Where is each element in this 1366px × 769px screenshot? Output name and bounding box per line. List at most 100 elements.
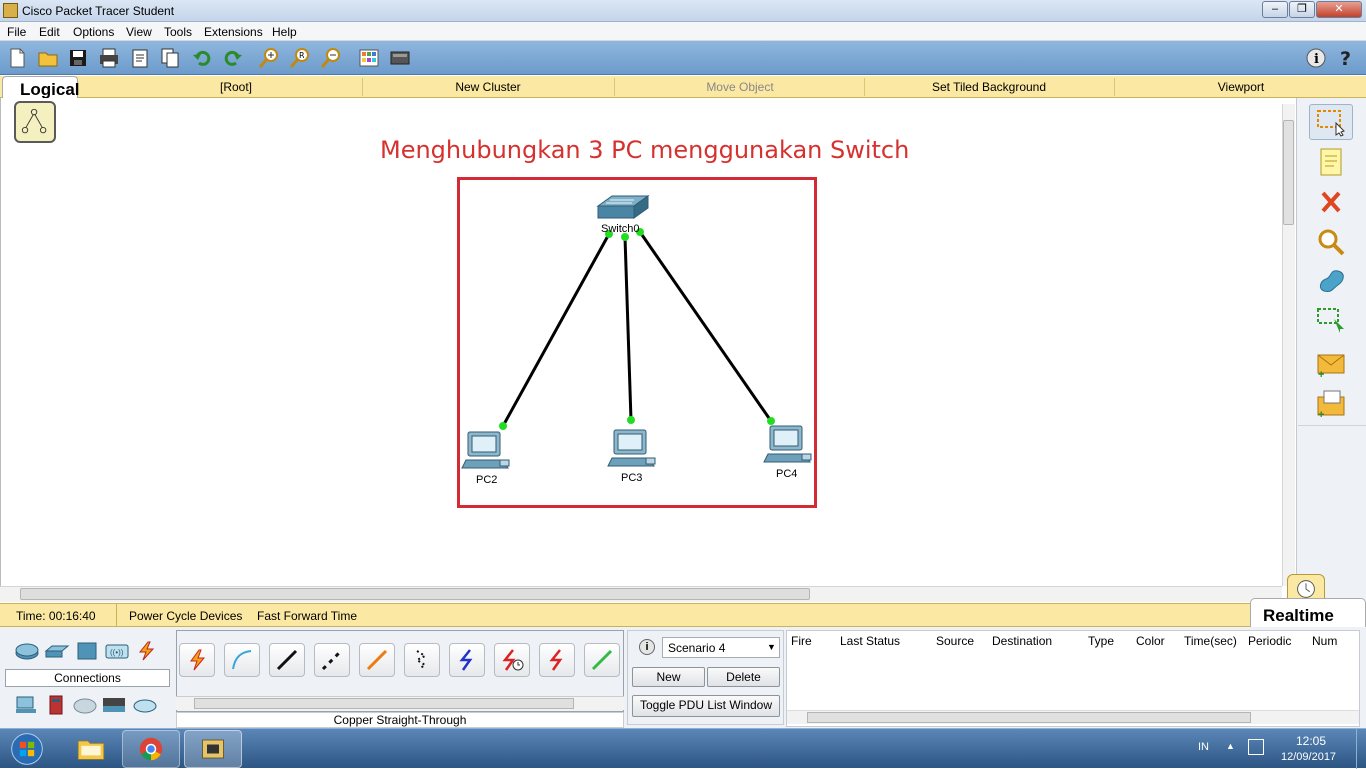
col-source[interactable]: Source [936, 634, 974, 648]
vertical-scroll-thumb[interactable] [1283, 120, 1294, 225]
horizontal-scroll-thumb[interactable] [20, 588, 810, 600]
palette-icon[interactable] [358, 47, 380, 69]
print-icon[interactable] [98, 47, 120, 69]
fast-forward-time-button[interactable]: Fast Forward Time [257, 609, 357, 623]
serial-dce-icon[interactable] [494, 643, 530, 677]
menu-tools[interactable]: Tools [164, 25, 192, 39]
tab-realtime[interactable]: Realtime [1250, 598, 1366, 627]
toggle-pdu-list-button[interactable]: Toggle PDU List Window [632, 695, 780, 717]
draw-shape-icon[interactable] [1309, 264, 1353, 300]
col-periodic[interactable]: Periodic [1248, 634, 1291, 648]
device-pc4[interactable]: PC4 [776, 468, 797, 480]
col-num[interactable]: Num [1312, 634, 1337, 648]
custom-device-icon[interactable] [389, 47, 411, 69]
network-icon[interactable] [1248, 739, 1264, 755]
console-cable-icon[interactable] [224, 643, 260, 677]
menu-view[interactable]: View [126, 25, 152, 39]
col-type[interactable]: Type [1088, 634, 1114, 648]
annotation-title[interactable]: Menghubungkan 3 PC menggunakan Switch [380, 136, 909, 164]
note-icon[interactable] [1309, 144, 1353, 180]
automatic-connection-icon[interactable] [179, 643, 215, 677]
palette-separator [1298, 425, 1366, 426]
copper-straight-through-icon[interactable] [269, 643, 305, 677]
move-object-button[interactable]: Move Object [614, 80, 866, 94]
menu-extensions[interactable]: Extensions [204, 25, 263, 39]
menu-help[interactable]: Help [272, 25, 297, 39]
maximize-button[interactable]: ❐ [1289, 1, 1315, 18]
info-icon[interactable]: i [1305, 47, 1327, 69]
viewport-button[interactable]: Viewport [1114, 80, 1366, 94]
col-time[interactable]: Time(sec) [1184, 634, 1237, 648]
menu-options[interactable]: Options [73, 25, 114, 39]
clock-date[interactable]: 12/09/2017 [1281, 751, 1336, 763]
save-icon[interactable] [67, 47, 89, 69]
connections-category-icon[interactable] [134, 641, 160, 661]
clock-time[interactable]: 12:05 [1296, 734, 1326, 748]
logical-view-icon[interactable] [14, 101, 56, 143]
scenario-select[interactable]: Scenario 4 ▼ [662, 637, 780, 658]
set-tiled-background-button[interactable]: Set Tiled Background [864, 80, 1114, 94]
start-orb-icon[interactable] [2, 730, 52, 768]
add-simple-pdu-icon[interactable]: + [1309, 346, 1353, 382]
copper-cross-over-icon[interactable] [314, 643, 350, 677]
col-last-status[interactable]: Last Status [840, 634, 900, 648]
language-indicator[interactable]: IN [1198, 741, 1209, 753]
col-color[interactable]: Color [1136, 634, 1165, 648]
device-switch0[interactable]: Switch0 [601, 223, 640, 235]
routers-category-icon[interactable] [14, 641, 40, 661]
delete-icon[interactable] [1309, 184, 1353, 220]
security-category-icon[interactable] [44, 693, 70, 715]
window-title: Cisco Packet Tracer Student [22, 4, 175, 18]
open-icon[interactable] [37, 47, 59, 69]
undo-icon[interactable] [191, 47, 213, 69]
scenario-info-icon[interactable]: i [639, 639, 655, 655]
tab-logical[interactable]: Logical [2, 76, 80, 100]
fiber-icon[interactable] [359, 643, 395, 677]
new-cluster-button[interactable]: New Cluster [362, 80, 614, 94]
phone-cable-icon[interactable] [404, 643, 440, 677]
menu-edit[interactable]: Edit [39, 25, 60, 39]
show-desktop-button[interactable] [1356, 729, 1366, 769]
wireless-category-icon[interactable]: ((•)) [104, 641, 130, 661]
hubs-category-icon[interactable] [74, 641, 100, 661]
multiuser-category-icon[interactable] [132, 695, 158, 715]
col-destination[interactable]: Destination [992, 634, 1052, 648]
pdu-scroll-thumb[interactable] [807, 712, 1251, 723]
zoom-in-icon[interactable] [258, 47, 280, 69]
power-cycle-devices-button[interactable]: Power Cycle Devices [129, 609, 242, 623]
root-button[interactable]: [Root] [110, 80, 362, 94]
switches-category-icon[interactable] [44, 641, 70, 661]
select-icon[interactable] [1309, 104, 1353, 140]
end-devices-category-icon[interactable] [14, 695, 40, 715]
delete-scenario-button[interactable]: Delete [707, 667, 780, 687]
wan-emulation-category-icon[interactable] [72, 695, 98, 715]
close-button[interactable]: ✕ [1316, 1, 1362, 18]
new-icon[interactable] [6, 47, 28, 69]
menu-file[interactable]: File [7, 25, 26, 39]
device-pc2[interactable]: PC2 [476, 474, 497, 486]
copy-icon[interactable] [159, 47, 181, 69]
octal-cable-icon[interactable] [584, 643, 620, 677]
new-scenario-button[interactable]: New [632, 667, 705, 687]
zoom-reset-icon[interactable]: R [289, 47, 311, 69]
col-fire[interactable]: Fire [791, 634, 812, 648]
zoom-out-icon[interactable] [320, 47, 342, 69]
show-hidden-icons-icon[interactable]: ▲ [1226, 741, 1235, 751]
coaxial-icon[interactable] [449, 643, 485, 677]
chrome-icon[interactable] [122, 730, 180, 768]
pdu-scrollbar[interactable] [787, 710, 1359, 724]
redo-icon[interactable] [222, 47, 244, 69]
help-icon[interactable]: ? [1336, 47, 1358, 69]
inspect-icon[interactable] [1309, 224, 1353, 260]
device-pc3[interactable]: PC3 [621, 472, 642, 484]
add-complex-pdu-icon[interactable]: + [1309, 386, 1353, 422]
custom-devices-category-icon[interactable] [101, 693, 127, 713]
connection-scroll-thumb[interactable] [194, 698, 574, 709]
connection-scrollbar[interactable] [176, 696, 624, 710]
explorer-icon[interactable] [62, 730, 120, 768]
packet-tracer-icon[interactable] [184, 730, 242, 768]
resize-icon[interactable] [1309, 302, 1353, 338]
serial-dte-icon[interactable] [539, 643, 575, 677]
minimize-button[interactable]: – [1262, 1, 1288, 18]
activity-wizard-icon[interactable] [129, 47, 151, 69]
